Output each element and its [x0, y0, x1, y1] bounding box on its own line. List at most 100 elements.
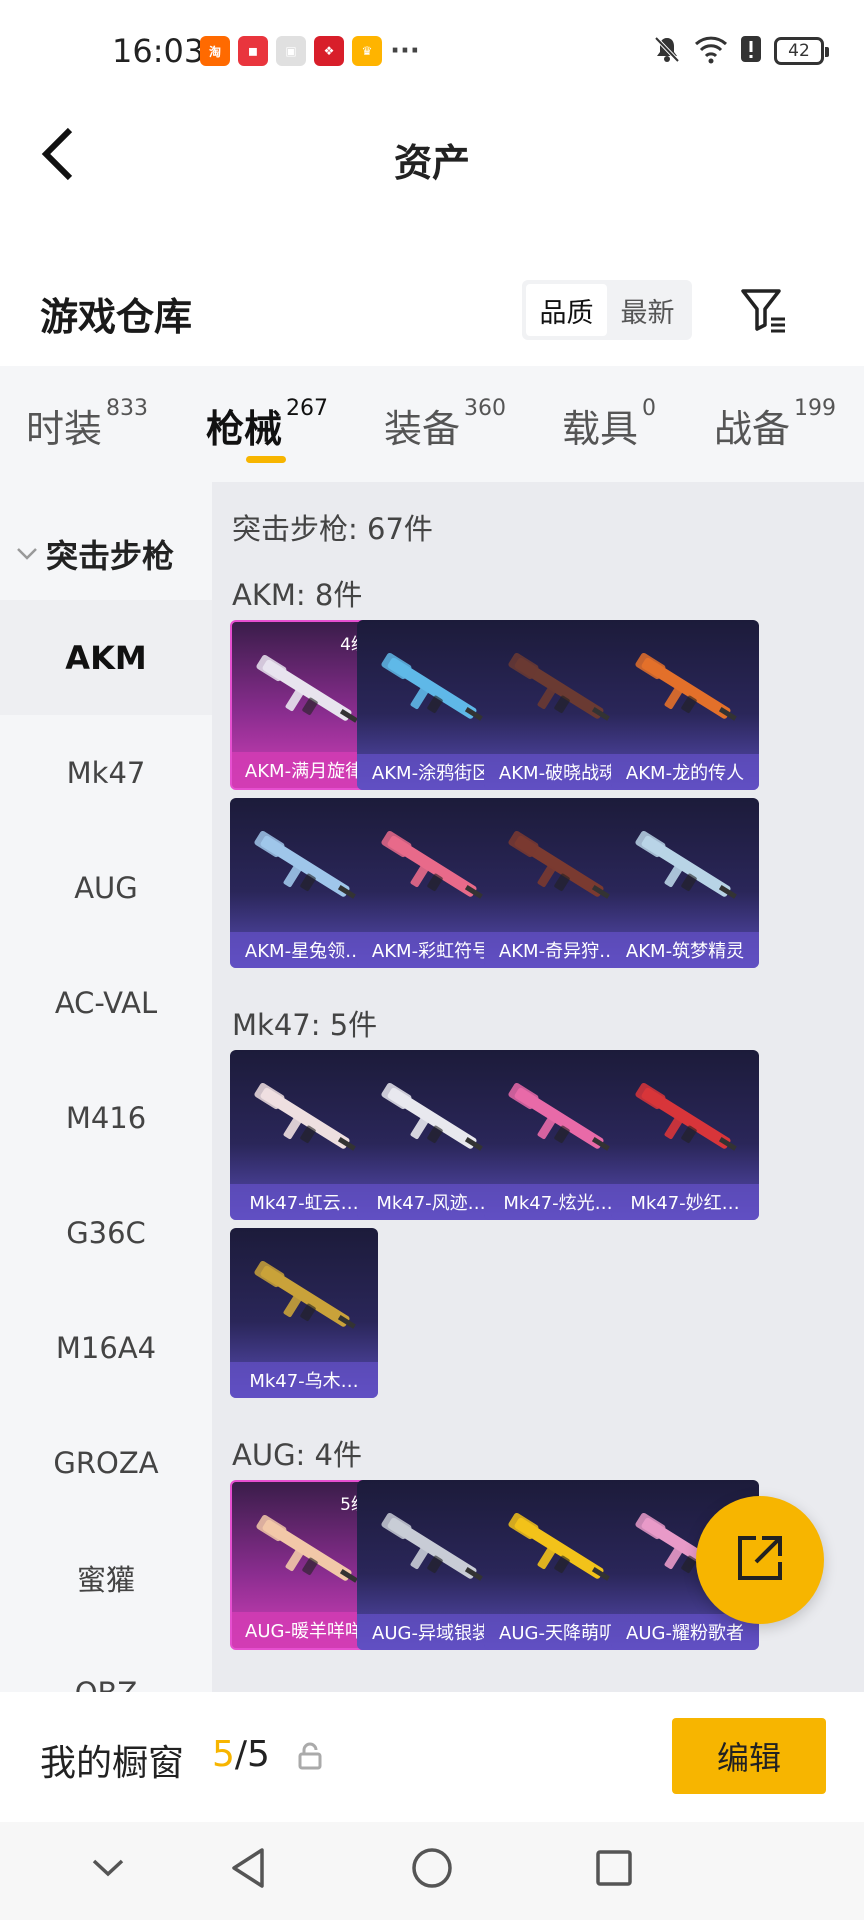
notification-icons: 淘 ◼ ▣ ❖ ♛ ···: [200, 36, 420, 66]
nav-bar: 资产: [0, 104, 864, 208]
showcase-label: 我的橱窗: [40, 1743, 185, 1784]
sort-toggle: 品质 最新: [522, 280, 692, 340]
mute-icon: [652, 34, 682, 68]
sidebar-group-assault-rifles[interactable]: 突击步枪: [0, 522, 212, 586]
sidebar-item-honey-badger[interactable]: 蜜獾: [0, 1520, 212, 1635]
filter-icon: [739, 285, 789, 339]
clock: 16:03: [112, 32, 205, 70]
skin-card[interactable]: 5级 AUG-暖羊咩咩: [230, 1480, 378, 1650]
skin-card-label: AKM-筑梦精灵: [611, 932, 759, 968]
huawei-store-icon: ◼: [238, 36, 268, 66]
skin-card-label: Mk47-乌木…: [230, 1362, 378, 1398]
chevron-down-icon: [16, 542, 38, 566]
rifle-icon: [635, 1082, 737, 1151]
sidebar-item-ac-val[interactable]: AC-VAL: [0, 945, 212, 1060]
rifle-icon: [381, 830, 483, 899]
rifle-icon: [381, 1082, 483, 1151]
skin-card-label: AKM-奇异狩…: [484, 932, 632, 968]
sort-quality-option[interactable]: 品质: [526, 284, 607, 336]
skin-card-label: AKM-破晓战魂: [484, 754, 632, 790]
tab-label: 装备: [384, 407, 461, 451]
section-title: AKM: 8件: [232, 578, 363, 612]
section-title: AUG: 4件: [232, 1438, 362, 1472]
rifle-icon: [256, 654, 358, 723]
skin-card[interactable]: 4级 AKM-满月旋律: [230, 620, 378, 790]
category-count-header: 突击步枪: 67件: [232, 512, 433, 546]
warehouse-title: 游戏仓库: [40, 295, 193, 339]
skin-card[interactable]: AKM-涂鸦街区: [357, 620, 505, 790]
skin-card[interactable]: AKM-龙的传人: [611, 620, 759, 790]
system-nav-bar: [0, 1822, 864, 1920]
skin-card[interactable]: AKM-星兔领…: [230, 798, 378, 968]
rifle-icon: [508, 1082, 610, 1151]
sidebar-group-label: 突击步枪: [46, 537, 175, 575]
nav-recents-button[interactable]: [588, 1844, 640, 1896]
skin-card[interactable]: Mk47-风迹…: [357, 1050, 505, 1220]
skin-card[interactable]: AKM-彩虹符号: [357, 798, 505, 968]
skin-card[interactable]: AKM-奇异狩…: [484, 798, 632, 968]
sidebar-item-aug[interactable]: AUG: [0, 830, 212, 945]
skin-card-label: Mk47-风迹…: [357, 1184, 505, 1220]
lock-icon: [296, 1742, 324, 1770]
showcase-count: 5/5: [212, 1734, 270, 1775]
skin-card-label: AKM-涂鸦街区: [357, 754, 505, 790]
skin-card[interactable]: AKM-筑梦精灵: [611, 798, 759, 968]
page-title: 资产: [393, 141, 470, 185]
circle-home-icon: [410, 1846, 454, 1894]
sort-newest-option[interactable]: 最新: [607, 284, 688, 336]
square-recents-icon: [594, 1848, 634, 1892]
sidebar-item-m416[interactable]: M416: [0, 1060, 212, 1175]
status-bar: 16:03 淘 ◼ ▣ ❖ ♛ ··· 42: [0, 0, 864, 104]
nav-home-button[interactable]: [406, 1844, 458, 1896]
nav-back-button[interactable]: [222, 1844, 274, 1896]
skin-card[interactable]: AUG-异域银装: [357, 1480, 505, 1650]
showcase-current: 5: [212, 1734, 235, 1775]
sidebar-item-qbz[interactable]: QBZ: [0, 1635, 212, 1693]
sidebar-item-akm[interactable]: AKM: [0, 600, 212, 715]
warehouse-header: 游戏仓库 品质 最新: [0, 262, 864, 366]
rifle-icon: [635, 652, 737, 721]
sidebar-item-groza[interactable]: GROZA: [0, 1405, 212, 1520]
skin-card-label: AKM-满月旋律: [232, 752, 376, 788]
skin-card-label: AKM-龙的传人: [611, 754, 759, 790]
sidebar-item-mk47[interactable]: Mk47: [0, 715, 212, 830]
rifle-icon: [381, 1512, 483, 1581]
skin-card-label: Mk47-妙红…: [611, 1184, 759, 1220]
chevron-down-icon: [90, 1857, 126, 1883]
rifle-icon: [508, 1512, 610, 1581]
triangle-back-icon: [228, 1846, 268, 1894]
collapse-button[interactable]: [82, 1844, 134, 1896]
battery-icon: 42: [774, 37, 829, 65]
share-button[interactable]: [696, 1496, 824, 1624]
tab-firearms[interactable]: 枪械 267: [206, 396, 328, 453]
tab-supplies[interactable]: 战备 199: [714, 396, 837, 453]
tab-count: 833: [106, 396, 149, 421]
skin-card[interactable]: Mk47-炫光…: [484, 1050, 632, 1220]
wifi-icon: [694, 34, 728, 68]
skin-card[interactable]: Mk47-妙红…: [611, 1050, 759, 1220]
tab-fashion[interactable]: 时装 833: [26, 396, 149, 453]
showcase-bar: 我的橱窗 5/5 编辑: [0, 1692, 864, 1822]
skin-card[interactable]: Mk47-虹云…: [230, 1050, 378, 1220]
rifle-icon: [508, 652, 610, 721]
tab-label: 战备: [714, 407, 791, 451]
skin-card[interactable]: AUG-天降萌叽: [484, 1480, 632, 1650]
skin-card-label: Mk47-炫光…: [484, 1184, 632, 1220]
filter-button[interactable]: [736, 284, 792, 340]
crown-icon: ♛: [352, 36, 382, 66]
rifle-icon: [254, 1082, 356, 1151]
edit-button[interactable]: 编辑: [672, 1718, 826, 1794]
tab-label: 时装: [26, 407, 103, 451]
skin-card[interactable]: Mk47-乌木…: [230, 1228, 378, 1398]
skin-card[interactable]: AKM-破晓战魂: [484, 620, 632, 790]
tab-vehicles[interactable]: 载具 0: [562, 396, 657, 453]
sidebar-item-m16a4[interactable]: M16A4: [0, 1290, 212, 1405]
red-app-icon: ❖: [314, 36, 344, 66]
tab-count: 0: [642, 396, 657, 421]
tab-label: 枪械: [206, 407, 283, 451]
tab-count: 199: [794, 396, 837, 421]
sidebar-item-g36c[interactable]: G36C: [0, 1175, 212, 1290]
tab-equipment[interactable]: 装备 360: [384, 396, 506, 453]
rifle-icon: [635, 830, 737, 899]
category-tabs: 时装 833 枪械 267 装备 360 载具 0 战备 199: [0, 366, 864, 482]
